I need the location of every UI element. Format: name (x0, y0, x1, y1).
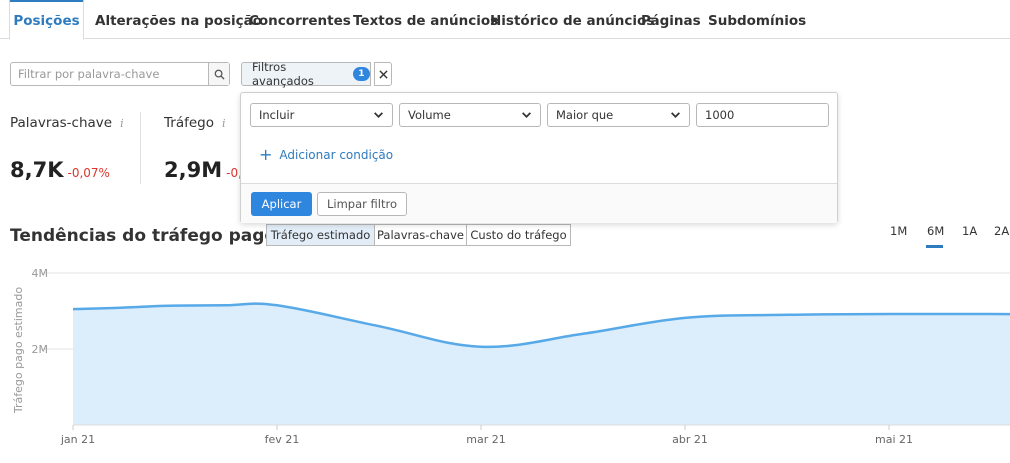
filter-value-input[interactable]: 1000 (696, 103, 829, 127)
metric-divider (140, 112, 141, 184)
advanced-filter-panel: Incluir Volume Maior que 1000 + Adiciona… (240, 92, 838, 223)
add-condition-link[interactable]: + Adicionar condição (259, 145, 394, 164)
x-tick-label: fev 21 (265, 433, 300, 446)
metric-traffic-label-text: Tráfego (164, 115, 214, 131)
chart-area (73, 303, 1010, 425)
active-period-indicator (926, 245, 943, 248)
plus-icon: + (259, 145, 273, 164)
paid-traffic-chart: 4M 2M jan 21 fev 21 mar 21 abr 21 mai 21 Tráf… (12, 267, 1010, 446)
operator-select-value: Maior que (556, 108, 614, 122)
tab-concorrentes[interactable]: Concorrentes (249, 0, 351, 39)
tab-paginas[interactable]: Páginas (641, 0, 701, 39)
y-axis-label: Tráfego pago estimado (12, 287, 25, 414)
search-icon (214, 69, 225, 80)
include-select[interactable]: Incluir (250, 103, 393, 127)
y-tick-label: 4M (32, 267, 49, 280)
apply-button[interactable]: Aplicar (251, 192, 312, 216)
chevron-down-icon (374, 112, 383, 118)
metric-traffic-number: 2,9M (164, 158, 223, 182)
close-icon (378, 69, 388, 79)
operator-select[interactable]: Maior que (547, 103, 690, 127)
chevron-down-icon (522, 112, 531, 118)
period-1a[interactable]: 1A (962, 224, 977, 238)
trend-title: Tendências do tráfego pagoi (10, 226, 288, 246)
metric-keywords-delta: -0,07% (67, 166, 110, 180)
metric-keywords-number: 8,7K (10, 158, 64, 182)
advanced-filters-button[interactable]: Filtros avançados 1 (241, 60, 371, 88)
x-tick-label: abr 21 (672, 433, 708, 446)
advanced-filters-label: Filtros avançados (252, 60, 314, 88)
add-condition-label: Adicionar condição (279, 148, 394, 162)
filter-panel-footer: Aplicar Limpar filtro (241, 183, 837, 223)
info-icon[interactable]: i (222, 117, 226, 130)
tab-bar: Posições Alterações na posição Concorren… (0, 0, 1010, 40)
segment-custo-trafego[interactable]: Custo do tráfego (466, 224, 571, 246)
filter-count-badge: 1 (352, 67, 370, 81)
trend-title-text: Tendências do tráfego pago (10, 226, 277, 246)
segment-palavras-chave[interactable]: Palavras-chave (374, 224, 467, 246)
period-1m[interactable]: 1M (890, 224, 907, 238)
metric-keywords-label: Palavras-chave i (10, 115, 124, 131)
clear-filter-button[interactable]: Limpar filtro (317, 192, 407, 216)
chevron-down-icon (671, 112, 680, 118)
tab-textos-anuncios[interactable]: Textos de anúncios (353, 0, 498, 39)
y-axis-ticks: 4M 2M (32, 267, 49, 356)
info-icon[interactable]: i (120, 117, 124, 130)
x-tick-label: jan 21 (60, 433, 95, 446)
x-tick-label: mar 21 (466, 433, 505, 446)
tab-posicoes[interactable]: Posições (9, 0, 84, 40)
field-select[interactable]: Volume (399, 103, 541, 127)
x-tick-label: mai 21 (875, 433, 913, 446)
field-select-value: Volume (408, 108, 451, 122)
period-6m[interactable]: 6M (927, 224, 944, 238)
search-button[interactable] (208, 63, 229, 85)
period-2a[interactable]: 2A (994, 224, 1009, 238)
include-select-value: Incluir (259, 108, 295, 122)
metric-traffic-value: 2,9M -0,0 (164, 158, 250, 182)
keyword-search-input[interactable] (11, 63, 208, 85)
x-axis-ticks: jan 21 fev 21 mar 21 abr 21 mai 21 (60, 424, 1010, 446)
tab-subdominios[interactable]: Subdomínios (708, 0, 806, 39)
tab-historico-anuncios[interactable]: Histórico de anúncios (490, 0, 654, 39)
y-tick-label: 2M (32, 343, 49, 356)
segment-trafego-estimado[interactable]: Tráfego estimado (266, 224, 375, 246)
clear-advanced-filters-button[interactable] (374, 62, 392, 86)
metric-traffic-label: Tráfego i (164, 115, 226, 131)
metric-keywords-value: 8,7K -0,07% (10, 158, 110, 182)
keyword-filter (10, 62, 230, 86)
metric-keywords-label-text: Palavras-chave (10, 115, 113, 131)
tab-alteracoes-posicao[interactable]: Alterações na posição (95, 0, 262, 39)
